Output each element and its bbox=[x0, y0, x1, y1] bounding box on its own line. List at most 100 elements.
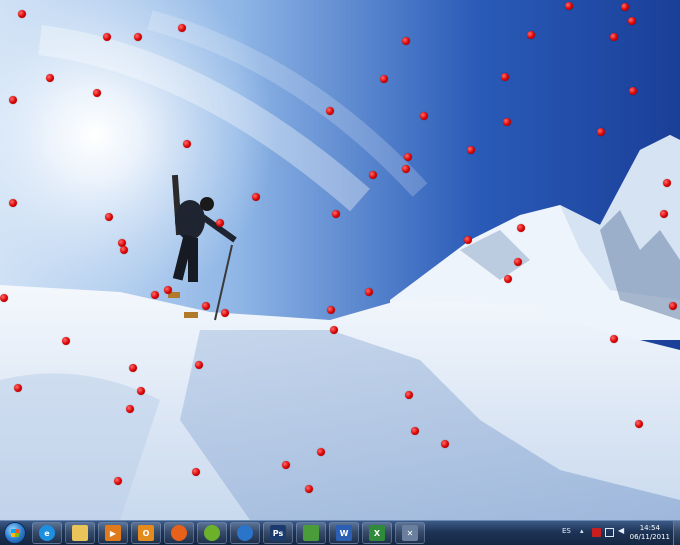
tray-arrow-icon[interactable]: ▴ bbox=[580, 527, 589, 536]
red-dot-icon bbox=[332, 210, 340, 218]
red-dot-icon bbox=[330, 326, 338, 334]
red-dot-icon bbox=[405, 391, 413, 399]
red-dot-icon bbox=[514, 258, 522, 266]
blue-circle-app-icon bbox=[237, 525, 253, 541]
red-dot-icon bbox=[120, 246, 128, 254]
clock[interactable]: 14:54 06/11/2011 bbox=[630, 524, 670, 542]
red-dot-icon bbox=[93, 89, 101, 97]
red-dot-icon bbox=[195, 361, 203, 369]
red-dot-icon bbox=[14, 384, 22, 392]
red-dot-icon bbox=[178, 24, 186, 32]
red-dot-icon bbox=[402, 37, 410, 45]
red-dot-icon bbox=[621, 3, 629, 11]
taskbar-button-app-green[interactable] bbox=[296, 522, 326, 544]
excel-icon: X bbox=[369, 525, 385, 541]
red-dot-icon bbox=[221, 309, 229, 317]
green-document-app-icon bbox=[303, 525, 319, 541]
taskbar-button-firefox[interactable] bbox=[164, 522, 194, 544]
red-dot-icon bbox=[9, 96, 17, 104]
red-dot-icon bbox=[0, 294, 8, 302]
red-dot-icon bbox=[441, 440, 449, 448]
red-dot-icon bbox=[164, 286, 172, 294]
system-tray: ES ▴ ◀ 14:54 06/11/2011 bbox=[560, 521, 680, 545]
taskbar-button-program-blue[interactable] bbox=[230, 522, 260, 544]
red-dot-icon bbox=[503, 118, 511, 126]
volume-icon[interactable]: ◀ bbox=[618, 526, 627, 535]
flag-icon[interactable] bbox=[592, 528, 601, 537]
start-button[interactable] bbox=[4, 522, 26, 544]
red-dot-icon bbox=[327, 306, 335, 314]
word-icon: W bbox=[336, 525, 352, 541]
red-dot-icon bbox=[46, 74, 54, 82]
taskbar-button-internet-explorer[interactable]: e bbox=[32, 522, 62, 544]
red-dot-icon bbox=[305, 485, 313, 493]
red-dot-icon bbox=[62, 337, 70, 345]
red-dot-icon bbox=[183, 140, 191, 148]
wallpaper bbox=[0, 0, 680, 520]
desktop bbox=[0, 0, 680, 520]
taskbar-button-excel[interactable]: X bbox=[362, 522, 392, 544]
taskbar-button-spotify[interactable] bbox=[197, 522, 227, 544]
red-dot-icon bbox=[326, 107, 334, 115]
red-dot-icon bbox=[252, 193, 260, 201]
red-dot-icon bbox=[464, 236, 472, 244]
red-dot-icon bbox=[103, 33, 111, 41]
taskbar: e ▶ O Ps W X ✕ ES ▴ ◀ 14:54 06/11/2011 bbox=[0, 520, 680, 545]
red-dot-icon bbox=[467, 146, 475, 154]
internet-explorer-icon: e bbox=[39, 525, 55, 541]
red-dot-icon bbox=[282, 461, 290, 469]
taskbar-button-photoshop[interactable]: Ps bbox=[263, 522, 293, 544]
red-dot-icon bbox=[517, 224, 525, 232]
red-dot-icon bbox=[202, 302, 210, 310]
red-dot-icon bbox=[151, 291, 159, 299]
red-dot-icon bbox=[129, 364, 137, 372]
red-dot-icon bbox=[669, 302, 677, 310]
red-dot-icon bbox=[629, 87, 637, 95]
language-indicator[interactable]: ES bbox=[562, 527, 571, 535]
snipping-tool-icon: ✕ bbox=[402, 525, 418, 541]
red-dot-icon bbox=[411, 427, 419, 435]
taskbar-button-word[interactable]: W bbox=[329, 522, 359, 544]
taskbar-button-outlook[interactable]: O bbox=[131, 522, 161, 544]
red-dot-icon bbox=[114, 477, 122, 485]
clock-date: 06/11/2011 bbox=[629, 533, 670, 541]
red-dot-icon bbox=[501, 73, 509, 81]
show-desktop-button[interactable] bbox=[673, 521, 680, 545]
red-dot-icon bbox=[420, 112, 428, 120]
red-dot-icon bbox=[137, 387, 145, 395]
red-dot-icon bbox=[660, 210, 668, 218]
red-dot-icon bbox=[365, 288, 373, 296]
red-dot-icon bbox=[216, 219, 224, 227]
red-dot-icon bbox=[369, 171, 377, 179]
red-dot-icon bbox=[663, 179, 671, 187]
red-dot-icon bbox=[404, 153, 412, 161]
red-dot-icon bbox=[134, 33, 142, 41]
taskbar-button-media-player[interactable]: ▶ bbox=[98, 522, 128, 544]
red-dot-icon bbox=[9, 199, 17, 207]
red-dot-icon bbox=[628, 17, 636, 25]
red-dot-icon bbox=[635, 420, 643, 428]
firefox-icon bbox=[171, 525, 187, 541]
red-dot-icon bbox=[192, 468, 200, 476]
red-dot-icon bbox=[527, 31, 535, 39]
red-dot-icon bbox=[380, 75, 388, 83]
red-dot-icon bbox=[402, 165, 410, 173]
red-dot-icon bbox=[597, 128, 605, 136]
red-dot-icon bbox=[565, 2, 573, 10]
red-dot-icon bbox=[126, 405, 134, 413]
taskbar-button-snipping[interactable]: ✕ bbox=[395, 522, 425, 544]
spotify-icon bbox=[204, 525, 220, 541]
folder-icon bbox=[72, 525, 88, 541]
photoshop-icon: Ps bbox=[270, 525, 286, 541]
clock-time: 14:54 bbox=[639, 524, 660, 532]
red-dot-icon bbox=[610, 33, 618, 41]
red-dot-icon bbox=[610, 335, 618, 343]
media-player-icon: ▶ bbox=[105, 525, 121, 541]
red-dot-icon bbox=[317, 448, 325, 456]
red-dot-icon bbox=[18, 10, 26, 18]
outlook-icon: O bbox=[138, 525, 154, 541]
taskbar-button-explorer[interactable] bbox=[65, 522, 95, 544]
red-dot-icon bbox=[105, 213, 113, 221]
red-dot-icon bbox=[504, 275, 512, 283]
network-icon[interactable] bbox=[605, 528, 614, 537]
